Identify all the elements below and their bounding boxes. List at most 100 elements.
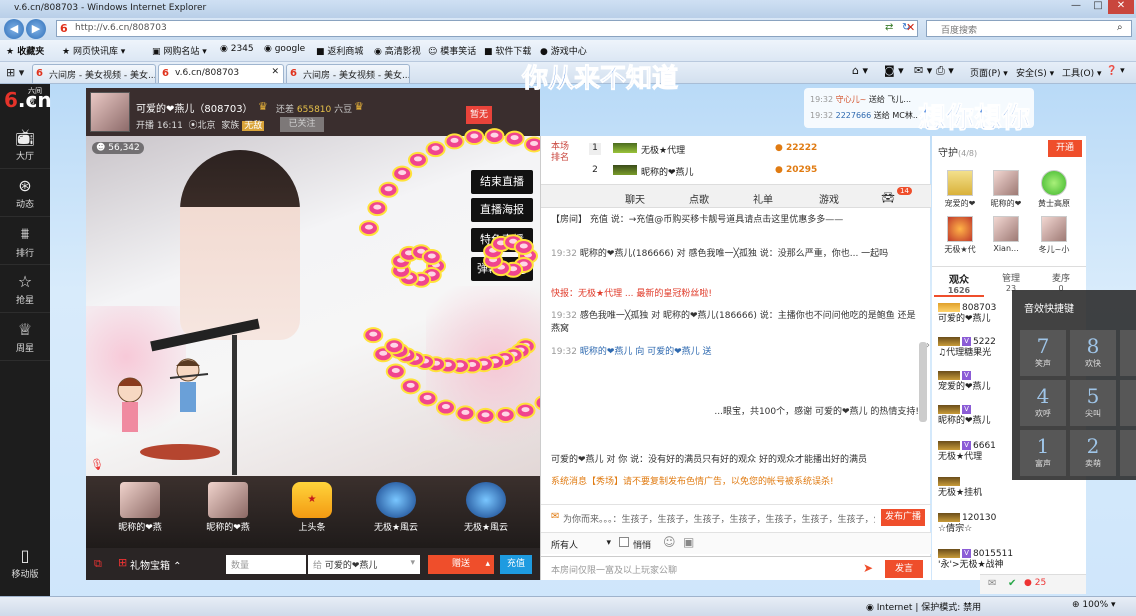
search-icon[interactable]: ⌕ — [1117, 22, 1123, 33]
fav-item[interactable]: ▣ 网购名站 ▾ — [152, 44, 207, 57]
audience-user[interactable]: V 昵称的❤燕儿 — [938, 405, 991, 427]
car-icon[interactable]: 🚘︎ — [881, 191, 895, 204]
browser-tab[interactable]: 6 六间房 - 美女视频 - 美女... — [32, 64, 156, 83]
fav-item[interactable]: ☺ 模事笑话 — [428, 44, 476, 57]
send-gift-button[interactable]: 赠送 ▴ — [428, 555, 494, 574]
broadcast-button[interactable]: 发布广播 — [881, 509, 925, 526]
featured-live-button[interactable]: 特色直播 — [471, 228, 533, 252]
sound-key-partial[interactable] — [1120, 430, 1136, 476]
home-icon[interactable]: ⌂ ▾ — [852, 64, 868, 77]
stop-icon[interactable]: ✕ — [906, 21, 915, 34]
help-menu[interactable]: ❓ ▾ — [1106, 66, 1125, 76]
search-box[interactable]: 百度搜索 ⌕ — [926, 20, 1132, 37]
mic-icon[interactable]: 🎙︎ — [90, 458, 104, 471]
ranking-row[interactable]: 1 无极★代理 ● 22222 — [541, 140, 931, 162]
gift-quantity-input[interactable]: 数量 — [226, 555, 306, 574]
anchor-avatar[interactable] — [90, 92, 130, 132]
check-icon[interactable]: ✔ — [1008, 578, 1016, 589]
sound-key[interactable]: 2 卖萌 — [1070, 430, 1116, 476]
tab-gift-list[interactable]: 礼单 — [753, 191, 773, 206]
live-poster-button[interactable]: 直播海报 — [471, 198, 533, 222]
tab-game[interactable]: 游戏 — [819, 191, 839, 206]
tab-song[interactable]: 点歌 — [689, 191, 709, 206]
close-tab-icon[interactable]: ✕ — [271, 67, 279, 77]
guard-member[interactable]: Xian... — [984, 216, 1028, 264]
audience-user[interactable]: V 宠爱的❤燕儿 — [938, 371, 991, 393]
mail-icon[interactable]: ✉ — [988, 578, 996, 589]
collapse-arrow-icon[interactable]: › — [926, 340, 930, 351]
back-button[interactable]: ◀ — [4, 19, 24, 39]
zoom-level[interactable]: ⊕ 100% ▾ — [1072, 600, 1116, 610]
nav-grab-star[interactable]: ☆ 抢星 — [0, 266, 50, 313]
page-menu[interactable]: 页面(P) ▾ — [970, 66, 1008, 79]
nav-weekly-star[interactable]: ♕ 周星 — [0, 314, 50, 361]
gift-item[interactable]: 昵称的❤燕 — [112, 482, 168, 540]
tab-audience[interactable]: 观众 1626 — [934, 271, 984, 297]
maximize-button[interactable]: □ — [1088, 0, 1108, 14]
audience-user[interactable]: V 8015511 '永'>无极★战神 — [938, 549, 1013, 571]
gift-target-select[interactable]: 给 可爱的❤燕儿 ▾ — [308, 555, 420, 574]
chat-recipient-select[interactable]: 所有人 ▾ — [551, 538, 611, 551]
favorites-button[interactable]: ★ 收藏夹 — [6, 44, 44, 57]
end-live-button[interactable]: 结束直播 — [471, 170, 533, 194]
address-bar[interactable]: 6 http://v.6.cn/808703 ⇄ ↻ — [56, 20, 918, 37]
nav-hall[interactable]: 📺︎ 大厅 — [0, 122, 50, 169]
print-icon[interactable]: ⎙ ▾ — [936, 64, 954, 78]
chat-scrollbar[interactable] — [919, 342, 927, 422]
guard-member[interactable]: 无极★代 — [938, 216, 982, 264]
fav-item[interactable]: ★ 网页快讯库 ▾ — [62, 44, 125, 57]
sound-key[interactable]: 1 富声 — [1020, 430, 1066, 476]
gift-item[interactable]: 无极★風云 — [458, 482, 514, 540]
guard-member[interactable]: 冬儿~小 — [1032, 216, 1076, 264]
audience-user[interactable]: 无极★挂机 — [938, 477, 982, 499]
image-icon[interactable]: ▣ — [683, 535, 694, 549]
sound-key[interactable]: 4 欢呼 — [1020, 380, 1066, 426]
guard-member[interactable]: 宠爱的❤ — [938, 170, 982, 218]
emoji-icon[interactable]: ☺ — [663, 535, 676, 549]
logo[interactable]: 6.cn 六间房 — [4, 87, 52, 114]
browser-tab-active[interactable]: 6 v.6.cn/808703 ✕ — [158, 64, 284, 83]
gift-item[interactable]: 无极★風云 — [368, 482, 424, 540]
fav-item[interactable]: ◉ 2345 — [220, 44, 254, 54]
nav-ranking[interactable]: ⩩ 排行 — [0, 218, 50, 265]
send-icon[interactable]: ➤ — [863, 561, 873, 575]
nav-feed[interactable]: ⊛ 动态 — [0, 170, 50, 217]
tab-chat[interactable]: 聊天 — [625, 191, 645, 206]
ranking-row[interactable]: 2 昵称的❤燕儿 ● 20295 — [541, 162, 931, 184]
sound-key[interactable]: 8 欢快 — [1070, 330, 1116, 376]
forward-button[interactable]: ▶ — [26, 19, 46, 39]
browser-tab[interactable]: 6 六间房 - 美女视频 - 美女... — [286, 64, 410, 83]
fav-item[interactable]: ● 游戏中心 — [540, 44, 587, 57]
fire-icon[interactable]: ⧉ — [94, 557, 102, 571]
sound-key-partial[interactable] — [1120, 380, 1136, 426]
guard-member[interactable]: 黄士高原 — [1032, 170, 1076, 218]
whisper-checkbox[interactable] — [619, 537, 629, 547]
feeds-icon[interactable]: ◙ ▾ — [884, 64, 904, 77]
follow-button[interactable]: 已关注 — [280, 117, 324, 132]
chat-input[interactable]: 本房间仅限一富及以上玩家公聊 ➤ 发言 — [541, 556, 931, 580]
send-chat-button[interactable]: 发言 — [885, 560, 923, 578]
sound-key[interactable]: 7 笑声 — [1020, 330, 1066, 376]
fav-item[interactable]: ◉ 高清影视 — [374, 44, 421, 57]
fav-item[interactable]: ■ 软件下载 — [484, 44, 531, 57]
danmaku-toggle[interactable]: 弹幕 — [471, 257, 533, 281]
recharge-button[interactable]: 充值 — [500, 555, 532, 574]
headline-gift[interactable]: ★ 上头条 — [284, 482, 340, 540]
mail-icon[interactable]: ✉ ▾ — [914, 64, 932, 77]
guard-member[interactable]: 昵称的❤ — [984, 170, 1028, 218]
gift-item[interactable]: 昵称的❤燕 — [200, 482, 256, 540]
safety-menu[interactable]: 安全(S) ▾ — [1016, 66, 1054, 79]
nav-mobile[interactable]: ▯ 移动版 — [0, 540, 50, 587]
open-guard-button[interactable]: 开通 — [1048, 140, 1082, 157]
audience-user[interactable]: 120130 ☆倩宗☆ — [938, 513, 996, 535]
fav-item[interactable]: ■ 返利商城 — [316, 44, 363, 57]
fav-item[interactable]: ◉ google — [264, 44, 305, 54]
minimize-button[interactable]: — — [1066, 0, 1086, 14]
audience-user[interactable]: V 6661 无极★代理 — [938, 441, 996, 463]
sound-key-partial[interactable] — [1120, 330, 1136, 376]
sound-key[interactable]: 5 尖叫 — [1070, 380, 1116, 426]
tools-menu[interactable]: 工具(O) ▾ — [1062, 66, 1102, 79]
compat-icon[interactable]: ⇄ — [885, 22, 893, 33]
giftbox-button[interactable]: 礼物宝箱 ⌃ — [130, 557, 182, 572]
close-window-button[interactable]: ✕ — [1108, 0, 1134, 14]
